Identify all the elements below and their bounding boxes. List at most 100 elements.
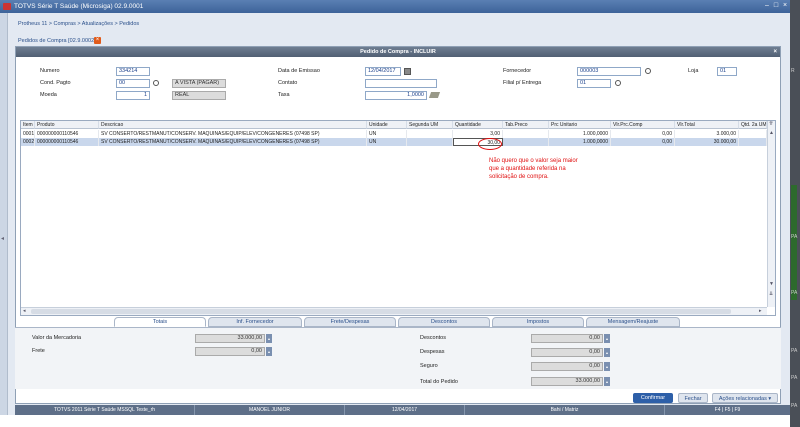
column-header[interactable]: Vlr.Prc.Comp [611,121,675,129]
filial-entrega-label: Filial p/ Entrega [503,80,542,86]
scroll-bottom-icon[interactable]: ⇊ [769,291,773,297]
status-date: 12/04/2017 [345,405,465,415]
cell-vlr-total[interactable]: 30.000,00 [675,138,739,146]
search-icon[interactable] [645,68,651,74]
related-actions-button[interactable]: Ações relacionadas ▾ [712,393,778,403]
cell-quantidade[interactable]: 3,00 [453,130,503,138]
frete-field: 0,00 [195,347,265,356]
column-header[interactable]: Unidade [367,121,407,129]
contato-field[interactable] [365,79,437,88]
frete-label: Frete [32,348,45,354]
taxa-field[interactable]: 1,0000 [365,91,427,100]
fornecedor-label: Fornecedor [503,68,532,74]
cell-item[interactable]: 0002 [21,138,35,146]
column-header[interactable]: Prc Unitario [549,121,611,129]
column-header[interactable]: Produto [35,121,99,129]
spinner-icon[interactable]: ▴ [604,348,610,357]
close-window-icon[interactable]: × [781,2,789,10]
cell-segunda-um[interactable] [407,138,453,146]
items-grid: Item Produto Descricao Unidade Segunda U… [20,120,776,316]
column-header[interactable]: Segunda UM [407,121,453,129]
cell-prc-unitario[interactable]: 1.000,0000 [549,138,611,146]
search-icon[interactable] [153,80,159,86]
cell-tab-preco[interactable] [503,130,549,138]
cond-pagto-field[interactable]: 00 [116,79,150,88]
confirm-button[interactable]: Confirmar [633,393,673,403]
fornecedor-field[interactable]: 000003 [577,67,641,76]
numero-field[interactable]: 334214 [116,67,150,76]
tab-mensagem-reajuste[interactable]: Mensagem/Reajuste [586,317,680,327]
cell-unidade[interactable]: UN [367,138,407,146]
loja-label: Loja [688,68,699,74]
data-emissao-field[interactable]: 12/04/2017 [365,67,401,76]
edge-label: PA [791,403,798,409]
seguro-field: 0,00 [531,362,603,371]
tab-impostos[interactable]: Impostos [492,317,584,327]
scroll-up-icon[interactable]: ▲ [769,130,774,136]
maximize-icon[interactable]: □ [772,2,780,10]
cell-vlr-prc-comp[interactable]: 0,00 [611,130,675,138]
column-header[interactable]: Item [21,121,35,129]
moeda-field[interactable]: 1 [116,91,150,100]
filial-entrega-field[interactable]: 01 [577,79,611,88]
descontos-field: 0,00 [531,334,603,343]
cell-qtd-2a-um[interactable] [739,130,767,138]
column-header[interactable]: Quantidade [453,121,503,129]
cell-segunda-um[interactable] [407,130,453,138]
tab-frete-despesas[interactable]: Frete/Despesas [304,317,396,327]
cell-produto[interactable]: 000000000110546 [35,130,99,138]
cell-produto[interactable]: 000000000110546 [35,138,99,146]
status-environment: TOTVS 2011 Série T Saúde MSSQL Teste_rh [15,405,195,415]
spinner-icon[interactable]: ▴ [604,377,610,386]
left-panel-toggle[interactable]: ◂ [0,13,8,427]
cell-unidade[interactable]: UN [367,130,407,138]
dialog-close-icon[interactable]: × [773,47,777,57]
minimize-icon[interactable]: – [763,2,771,10]
column-header[interactable]: Tab.Preco [503,121,549,129]
vertical-scrollbar[interactable]: ⇈ ▲ ▼ ⇊ [767,121,775,307]
column-header[interactable]: Qtd. 2a UM [739,121,767,129]
scroll-right-icon[interactable]: ▸ [759,308,762,314]
search-icon[interactable] [615,80,621,86]
related-actions-label: Ações relacionadas [718,396,767,402]
cell-item[interactable]: 0001 [21,130,35,138]
despesas-label: Despesas [420,349,445,355]
cell-prc-unitario[interactable]: 1.000,0000 [549,130,611,138]
scroll-down-icon[interactable]: ▼ [769,281,774,287]
close-tab-icon[interactable]: × [94,37,101,44]
expand-arrow-icon[interactable]: ◂ [1,235,4,242]
horizontal-scroll-thumb[interactable] [31,309,731,314]
edge-label: PA [791,348,798,354]
breadcrumb[interactable]: Protheus 11 > Compras > Atualizações > P… [18,21,139,27]
cell-tab-preco[interactable] [503,138,549,146]
cell-descricao[interactable]: SV CONSERTO/RESTMANUT/CONSERV. MAQUINAS/… [99,130,367,138]
horizontal-scrollbar[interactable]: ◂ ▸ [21,307,767,315]
contato-label: Contato [278,80,298,86]
spinner-icon[interactable]: ▴ [266,334,272,343]
tab-descontos[interactable]: Descontos [398,317,490,327]
status-branch: Bahi / Matriz [465,405,665,415]
taxa-label: Taxa [278,92,290,98]
spinner-icon[interactable]: ▴ [266,347,272,356]
cell-vlr-total[interactable]: 3.000,00 [675,130,739,138]
annotation-text: Não quero que o valor seja maior que a q… [489,158,578,180]
edge-label: PA [791,290,798,296]
tab-inf-fornecedor[interactable]: Inf. Fornecedor [208,317,302,327]
spinner-icon[interactable]: ▴ [604,334,610,343]
scroll-top-icon[interactable]: ⇈ [769,121,773,127]
scroll-left-icon[interactable]: ◂ [23,308,26,314]
spinner-icon[interactable]: ▴ [604,362,610,371]
dialog-title-text: Pedido de Compra - INCLUIR [360,49,436,55]
window-titlebar: TOTVS Série T Saúde (Microsiga) 02.9.000… [0,0,790,13]
valor-mercadoria-label: Valor da Mercadoria [32,335,82,341]
cell-vlr-prc-comp[interactable]: 0,00 [611,138,675,146]
cell-descricao[interactable]: SV CONSERTO/RESTMANUT/CONSERV. MAQUINAS/… [99,138,367,146]
tab-totais[interactable]: Totais [114,317,206,327]
loja-field[interactable]: 01 [717,67,737,76]
calendar-icon[interactable] [404,68,411,75]
column-header[interactable]: Descricao [99,121,367,129]
cond-pagto-desc: A VISTA (PAGAR) [172,79,226,88]
cell-qtd-2a-um[interactable] [739,138,767,146]
column-header[interactable]: Vlr.Total [675,121,739,129]
close-button[interactable]: Fechar [678,393,708,403]
